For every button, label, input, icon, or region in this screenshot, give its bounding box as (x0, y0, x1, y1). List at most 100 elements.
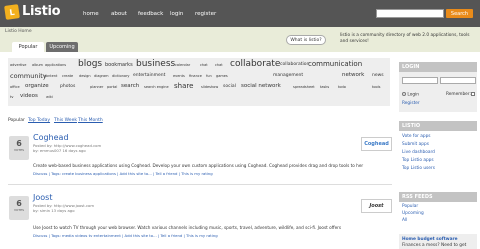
remember-label: Remember: (446, 92, 471, 97)
tag-link[interactable]: todo (338, 85, 346, 90)
joost-thumbnail[interactable]: Joost (361, 199, 392, 213)
tag-link[interactable]: chat (200, 63, 208, 68)
tag-link[interactable]: calendar (175, 63, 190, 68)
rss-heading: RSS FEEDS (399, 192, 477, 202)
nav-login[interactable]: login (170, 11, 183, 17)
ad-title[interactable]: Home budget software (402, 237, 458, 242)
tag-link[interactable]: tools (372, 85, 380, 90)
username-field[interactable] (402, 77, 438, 84)
tag-link[interactable]: wiki (46, 95, 53, 100)
filter-top-today[interactable]: Top Today (28, 118, 50, 123)
nav-home[interactable]: home (83, 11, 99, 17)
tag-link[interactable]: social (223, 84, 236, 90)
tag-link[interactable]: portal (107, 85, 117, 90)
tag-link[interactable]: design (79, 74, 91, 79)
top-header: L Listio home about feedback login regis… (0, 0, 480, 27)
vote-count: 6 (16, 199, 22, 208)
register-link[interactable]: Register (402, 101, 420, 106)
tag-link[interactable]: videos (20, 93, 38, 100)
tag-link[interactable]: business (136, 60, 175, 69)
listio-logo-icon: L (4, 3, 20, 20)
rss-link-popular[interactable]: Popular (402, 204, 418, 209)
what-is-listio-bubble[interactable]: What is listio? (286, 35, 326, 45)
tag-link[interactable]: fun (206, 74, 212, 79)
tag-link[interactable]: collaboration (280, 62, 309, 68)
tag-link[interactable]: blogs (78, 60, 102, 69)
tag-link[interactable]: news (372, 73, 384, 79)
tag-link[interactable]: share (174, 83, 193, 90)
vote-box[interactable]: 6 VOTES (9, 196, 29, 220)
tag-link[interactable]: planner (90, 85, 103, 90)
nav-about[interactable]: about (111, 11, 127, 17)
login-button[interactable]: Login (402, 92, 419, 98)
tag-link[interactable]: tv (10, 95, 13, 100)
tag-link[interactable]: dictionary (112, 74, 129, 79)
tag-link[interactable]: create (62, 74, 73, 79)
tag-link[interactable]: management (273, 73, 303, 79)
coghead-thumbnail[interactable]: Coghead (361, 137, 392, 151)
remember-checkbox[interactable] (471, 92, 475, 96)
item-tags[interactable]: Discuss | Tags: media videos tv entertai… (33, 233, 218, 238)
tag-link[interactable]: album (32, 63, 43, 68)
tag-link[interactable]: organize (25, 83, 49, 90)
item-title-joost[interactable]: Joost (33, 193, 52, 202)
tab-upcoming[interactable]: Upcoming (46, 42, 78, 52)
tag-link[interactable]: content (44, 74, 57, 79)
item-description: Create web-based business applications u… (33, 163, 364, 168)
filter-this-week[interactable]: This Week (54, 118, 77, 123)
intro-text: listio is a community directory of web 2… (340, 33, 470, 44)
logo-text: Listio (22, 4, 61, 19)
tag-link[interactable]: social network (241, 83, 281, 90)
tag-link[interactable]: events (173, 74, 185, 79)
tag-link[interactable]: advertise (10, 63, 26, 68)
tag-link[interactable]: games (216, 74, 228, 79)
radio-icon (402, 92, 406, 96)
vote-count: 6 (16, 139, 22, 148)
nav-feedback[interactable]: feedback (138, 11, 163, 17)
sidebar-link-top-apps[interactable]: Top Listio apps (402, 158, 434, 163)
rss-link-upcoming[interactable]: Upcoming (402, 211, 424, 216)
tag-link[interactable]: office (10, 85, 20, 90)
tag-link[interactable]: photos (60, 84, 75, 90)
breadcrumb[interactable]: Listio Home (5, 29, 32, 34)
tag-link[interactable]: entertainment (133, 73, 165, 79)
tag-link[interactable]: chat (215, 63, 223, 68)
tag-link[interactable]: community (10, 73, 47, 80)
tag-link[interactable]: finance (189, 74, 202, 79)
rss-link-all[interactable]: All (402, 218, 407, 223)
listio-logo[interactable]: L Listio (4, 3, 61, 20)
search-input[interactable] (376, 9, 444, 18)
tag-link[interactable]: slideshow (201, 85, 218, 90)
filter-this-month[interactable]: This Month (78, 118, 103, 123)
login-button-label: Login (407, 92, 419, 98)
sidebar-link-dashboard[interactable]: Live dashboard (402, 150, 435, 155)
listio-heading: LISTIO (399, 121, 477, 131)
tag-link[interactable]: network (342, 72, 364, 79)
tag-link[interactable]: diagram (94, 74, 109, 79)
tag-cloud: advertise album applications blogs bookm… (8, 58, 390, 106)
filter-popular-label: Popular (8, 118, 25, 123)
ad-text: Finances a mess? Need to get (402, 243, 467, 248)
item-title-coghead[interactable]: Coghead (33, 133, 69, 142)
item-meta-by: by: simin 13 days ago (33, 208, 75, 213)
item-meta-by: by: emmus007 16 days ago (33, 148, 86, 153)
tab-popular[interactable]: Popular (12, 42, 44, 52)
tag-link[interactable]: search engine (144, 85, 169, 90)
tag-link[interactable]: bookmarks (105, 63, 133, 68)
sidebar-link-vote[interactable]: Vote for apps (402, 134, 431, 139)
vote-box[interactable]: 6 VOTES (9, 136, 29, 160)
item-tags[interactable]: Discuss | Tags: create business applicat… (33, 171, 213, 176)
tag-link[interactable]: spreadsheet (293, 85, 315, 90)
login-heading: LOGIN (399, 62, 477, 72)
sidebar-link-top-users[interactable]: Top Listio users (402, 166, 435, 171)
search-button[interactable]: Search (446, 9, 473, 18)
votes-label: VOTES (14, 148, 24, 152)
password-field[interactable] (440, 77, 476, 84)
tag-link[interactable]: collaborate (230, 60, 280, 69)
tag-link[interactable]: tasks (320, 85, 329, 90)
sidebar-link-submit[interactable]: Submit apps (402, 142, 429, 147)
tag-link[interactable]: applications (45, 63, 66, 68)
tag-link[interactable]: search (121, 83, 139, 90)
nav-register[interactable]: register (195, 11, 216, 17)
tag-link[interactable]: communication (308, 61, 362, 68)
